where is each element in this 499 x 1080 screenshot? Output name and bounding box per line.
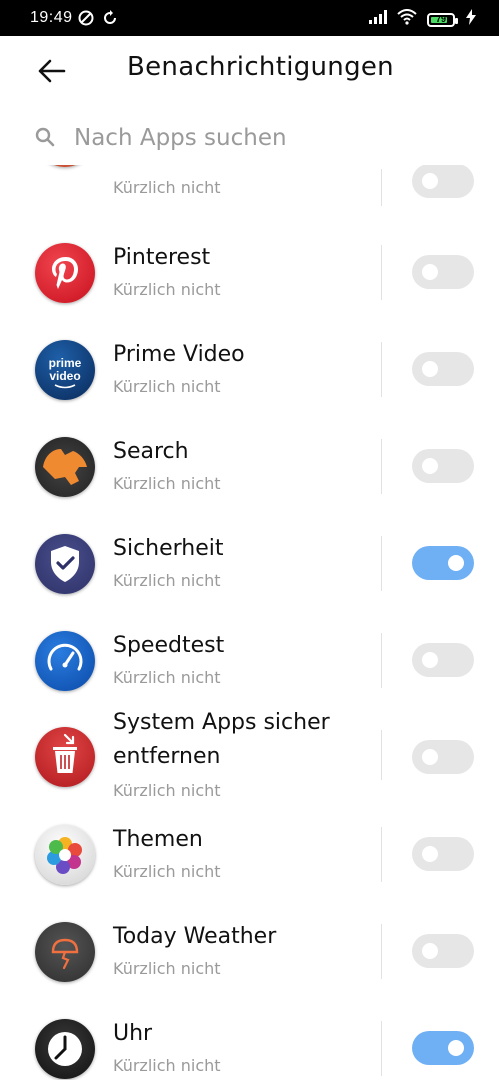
app-status: Kürzlich nicht (113, 668, 221, 687)
app-status: Kürzlich nicht (113, 377, 221, 396)
notification-toggle[interactable] (412, 255, 474, 289)
list-item[interactable]: Today Weather Kürzlich nicht (0, 894, 499, 991)
svg-text:prime: prime (49, 356, 82, 370)
page-title: Benachrichtigungen (127, 52, 394, 82)
row-divider (381, 1021, 382, 1076)
battery-level: 79 (435, 13, 446, 24)
row-divider (381, 730, 382, 780)
battery-icon: 79 (427, 12, 458, 27)
list-item[interactable]: Pinterest Kürzlich nicht (0, 215, 499, 312)
notification-toggle[interactable] (412, 1031, 474, 1065)
speedtest-icon (35, 631, 95, 691)
notification-toggle[interactable] (412, 934, 474, 968)
row-divider (381, 342, 382, 397)
row-divider (381, 924, 382, 979)
trash-app-icon (35, 727, 95, 787)
row-divider (381, 536, 382, 591)
list-item[interactable]: Uhr Kürzlich nicht (0, 991, 499, 1080)
svg-text:video: video (49, 369, 80, 383)
notification-toggle[interactable] (412, 352, 474, 386)
app-name: Search (113, 439, 189, 464)
app-header: Benachrichtigungen (0, 36, 499, 108)
search-app-icon (35, 437, 95, 497)
notification-toggle[interactable] (412, 740, 474, 774)
list-item[interactable]: prime video Prime Video Kürzlich nicht (0, 312, 499, 409)
app-status: Kürzlich nicht (113, 280, 221, 299)
app-name: Pinterest (113, 245, 211, 270)
notification-toggle[interactable] (412, 837, 474, 871)
app-list[interactable]: Kürzlich nicht Pinterest Kürzlich nicht … (0, 165, 499, 1080)
clock-icon (35, 1019, 95, 1079)
notification-toggle[interactable] (412, 165, 474, 198)
list-item[interactable]: Speedtest Kürzlich nicht (0, 603, 499, 700)
themes-flower-icon (35, 825, 95, 885)
back-button[interactable] (34, 56, 70, 86)
row-divider (381, 169, 382, 206)
list-item[interactable]: Themen Kürzlich nicht (0, 797, 499, 894)
prime-video-icon: prime video (35, 340, 95, 400)
status-bar: 19:49 79 (0, 0, 499, 36)
list-item[interactable]: Kürzlich nicht (0, 165, 499, 206)
app-name: Themen (113, 827, 203, 852)
status-time: 19:49 (30, 9, 73, 26)
pinterest-icon (35, 243, 95, 303)
partial-app-icon (35, 165, 95, 167)
notification-toggle[interactable] (412, 449, 474, 483)
app-status: Kürzlich nicht (113, 178, 221, 197)
charging-icon (465, 9, 477, 30)
row-divider (381, 827, 382, 882)
signal-icon (369, 10, 387, 29)
list-item[interactable]: Search Kürzlich nicht (0, 409, 499, 506)
search-bar[interactable] (34, 118, 464, 158)
app-name: Uhr (113, 1021, 153, 1046)
notification-toggle[interactable] (412, 643, 474, 677)
app-status: Kürzlich nicht (113, 474, 221, 493)
app-status: Kürzlich nicht (113, 1056, 221, 1075)
row-divider (381, 245, 382, 300)
wifi-icon (397, 9, 417, 30)
list-item[interactable]: Sicherheit Kürzlich nicht (0, 506, 499, 603)
app-name: System Apps sicher entfernen (113, 710, 330, 769)
weather-icon (35, 922, 95, 982)
app-name: Sicherheit (113, 536, 224, 561)
sync-icon (102, 10, 118, 31)
search-icon (34, 126, 56, 153)
security-shield-icon (35, 534, 95, 594)
app-status: Kürzlich nicht (113, 571, 221, 590)
app-name: Prime Video (113, 342, 245, 367)
data-saver-icon (78, 10, 94, 31)
back-arrow-icon[interactable] (34, 56, 70, 86)
search-input[interactable] (72, 118, 456, 158)
app-name: Speedtest (113, 633, 225, 658)
row-divider (381, 633, 382, 688)
app-status: Kürzlich nicht (113, 862, 221, 881)
app-status: Kürzlich nicht (113, 959, 221, 978)
app-name: Today Weather (113, 924, 277, 949)
row-divider (381, 439, 382, 494)
notification-toggle[interactable] (412, 546, 474, 580)
